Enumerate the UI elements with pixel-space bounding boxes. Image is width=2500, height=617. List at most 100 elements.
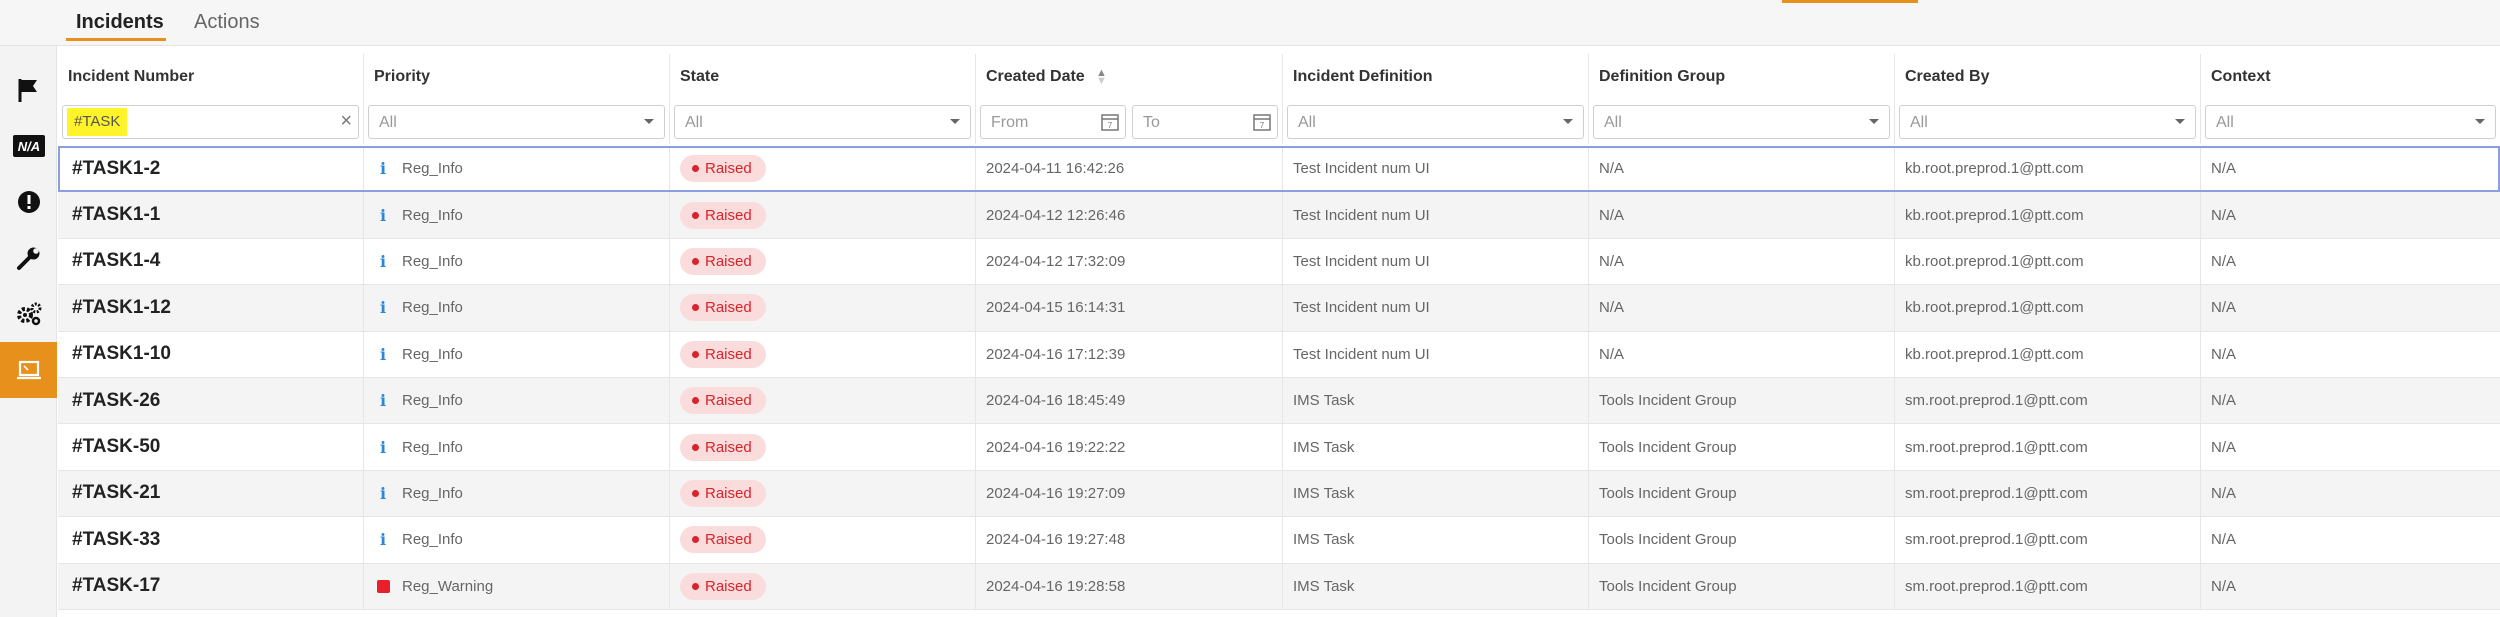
created-date-cell: 2024-04-16 19:28:58: [976, 563, 1283, 609]
column-header-incident-definition[interactable]: Incident Definition: [1283, 54, 1589, 100]
created-date-cell: 2024-04-12 12:26:46: [976, 192, 1283, 238]
table-row[interactable]: #TASK1-12 i Reg_Info Raised 2024-04-15 16…: [58, 285, 2500, 332]
date-to-input[interactable]: To 7: [1132, 105, 1278, 139]
clear-icon[interactable]: ×: [340, 110, 352, 133]
table-row[interactable]: #TASK1-10 i Reg_Info Raised 2024-04-16 17…: [58, 331, 2500, 378]
top-bar: Incidents Actions: [0, 0, 2500, 46]
context-cell: N/A: [2211, 299, 2237, 317]
chevron-down-icon: [2475, 119, 2485, 124]
state-filter-value: All: [685, 114, 703, 131]
priority-cell: i Reg_Info: [364, 470, 670, 517]
status-badge: Raised: [680, 387, 766, 415]
sidebar-item-na[interactable]: N/A: [0, 118, 57, 174]
info-icon: i: [379, 205, 387, 225]
created-by-cell: sm.root.preprod.1@ptt.com: [1895, 517, 2201, 563]
incident-number-cell[interactable]: #TASK-26: [58, 377, 364, 424]
table-row[interactable]: #TASK-21 i Reg_Info Raised 2024-04-16 19:…: [58, 470, 2500, 518]
sidebar-item-tools[interactable]: [0, 230, 57, 286]
info-icon: i: [379, 437, 387, 457]
incident-number-cell[interactable]: #TASK-50: [58, 424, 364, 470]
status-badge-label: Raised: [705, 252, 752, 270]
state-cell: Raised: [670, 563, 976, 609]
context-filter-select[interactable]: All: [2205, 105, 2496, 139]
priority-cell: Reg_Warning: [364, 563, 670, 609]
incident-number-cell[interactable]: #TASK-17: [58, 563, 364, 609]
table-row[interactable]: #TASK1-2 i Reg_Info Raised 2024-04-11 16:…: [58, 146, 2500, 193]
chevron-down-icon: [2175, 119, 2185, 124]
column-header-priority[interactable]: Priority: [364, 54, 670, 100]
info-icon: i: [379, 251, 387, 271]
table-row[interactable]: #TASK1-1 i Reg_Info Raised 2024-04-12 12:…: [58, 192, 2500, 239]
table-header: Incident Number Priority State Created D…: [58, 54, 2500, 100]
incident-number-cell[interactable]: #TASK1-1: [58, 192, 364, 238]
table-row[interactable]: #TASK-17 Reg_Warning Raised 2024-04-16 1…: [58, 563, 2500, 610]
column-header-created-date[interactable]: Created Date ▲ ▼: [976, 54, 1283, 100]
incident-number-cell[interactable]: #TASK-33: [58, 517, 364, 563]
definition-filter-select[interactable]: All: [1287, 105, 1584, 139]
created-by-cell: kb.root.preprod.1@ptt.com: [1895, 285, 2201, 331]
column-header-context[interactable]: Context: [2201, 54, 2500, 100]
status-badge-label: Raised: [705, 577, 752, 595]
state-cell: Raised: [670, 377, 976, 424]
state-filter-select[interactable]: All: [674, 105, 971, 139]
tab-incidents[interactable]: Incidents: [76, 8, 164, 36]
column-header-created-by[interactable]: Created By: [1895, 54, 2201, 100]
created-by-cell: sm.root.preprod.1@ptt.com: [1895, 424, 2201, 470]
chevron-down-icon: [644, 119, 654, 124]
table-row[interactable]: #TASK-33 i Reg_Info Raised 2024-04-16 19:…: [58, 517, 2500, 564]
priority-label: Reg_Warning: [402, 577, 494, 595]
incident-number-cell[interactable]: #TASK1-10: [58, 331, 364, 377]
svg-text:N/A: N/A: [17, 139, 39, 154]
group-cell: Tools Incident Group: [1589, 470, 1895, 517]
status-badge-label: Raised: [705, 438, 752, 456]
filter-cell-created-date: From 7 To 7: [976, 100, 1283, 144]
info-icon: i: [379, 298, 387, 318]
definition-cell: IMS Task: [1283, 470, 1589, 517]
incident-number-cell[interactable]: #TASK1-12: [58, 285, 364, 331]
incident-number-filter-input[interactable]: #TASK ×: [62, 105, 359, 139]
definition-cell: Test Incident num UI: [1283, 331, 1589, 377]
calendar-icon[interactable]: 7: [1253, 113, 1271, 131]
table-row[interactable]: #TASK-50 i Reg_Info Raised 2024-04-16 19:…: [58, 424, 2500, 471]
incident-number-cell[interactable]: #TASK-21: [58, 470, 364, 517]
created-by-cell: kb.root.preprod.1@ptt.com: [1895, 331, 2201, 377]
state-cell: Raised: [670, 285, 976, 331]
group-filter-select[interactable]: All: [1593, 105, 1890, 139]
incident-number-cell[interactable]: #TASK1-2: [58, 146, 364, 192]
priority-label: Reg_Info: [402, 484, 463, 502]
sidebar-item-monitor[interactable]: [0, 342, 57, 398]
context-cell: N/A: [2211, 252, 2237, 270]
created-date-cell: 2024-04-16 17:12:39: [976, 331, 1283, 377]
sidebar-item-flag[interactable]: [0, 62, 57, 118]
sidebar-item-settings[interactable]: [0, 286, 57, 342]
priority-label: Reg_Info: [402, 160, 463, 178]
sort-ascending-icon[interactable]: ▲ ▼: [1096, 68, 1107, 87]
info-icon: i: [379, 530, 387, 550]
priority-cell: i Reg_Info: [364, 331, 670, 377]
calendar-icon[interactable]: 7: [1101, 113, 1119, 131]
column-header-state[interactable]: State: [670, 54, 976, 100]
created-by-cell: sm.root.preprod.1@ptt.com: [1895, 470, 2201, 517]
column-header-definition-group[interactable]: Definition Group: [1589, 54, 1895, 100]
incident-number-cell[interactable]: #TASK1-4: [58, 238, 364, 285]
date-from-input[interactable]: From 7: [980, 105, 1126, 139]
date-from-placeholder: From: [991, 114, 1029, 131]
priority-filter-select[interactable]: All: [368, 105, 665, 139]
column-header-incident-number[interactable]: Incident Number: [58, 54, 364, 100]
priority-cell: i Reg_Info: [364, 238, 670, 285]
context-cell: N/A: [2211, 531, 2237, 549]
context-cell: N/A: [2211, 392, 2237, 410]
sidebar-item-alerts[interactable]: [0, 174, 57, 230]
table-row[interactable]: #TASK-26 i Reg_Info Raised 2024-04-16 18:…: [58, 377, 2500, 425]
filter-cell-group: All: [1589, 100, 1895, 144]
tab-actions[interactable]: Actions: [194, 8, 260, 36]
created-by-filter-select[interactable]: All: [1899, 105, 2196, 139]
table-row[interactable]: #TASK1-4 i Reg_Info Raised 2024-04-12 17:…: [58, 238, 2500, 286]
svg-text:7: 7: [1108, 121, 1113, 130]
filter-cell-context: All: [2201, 100, 2500, 144]
info-icon: i: [379, 159, 387, 179]
priority-cell: i Reg_Info: [364, 146, 670, 192]
group-cell: Tools Incident Group: [1589, 517, 1895, 563]
status-badge-label: Raised: [705, 531, 752, 549]
group-filter-value: All: [1604, 114, 1622, 131]
